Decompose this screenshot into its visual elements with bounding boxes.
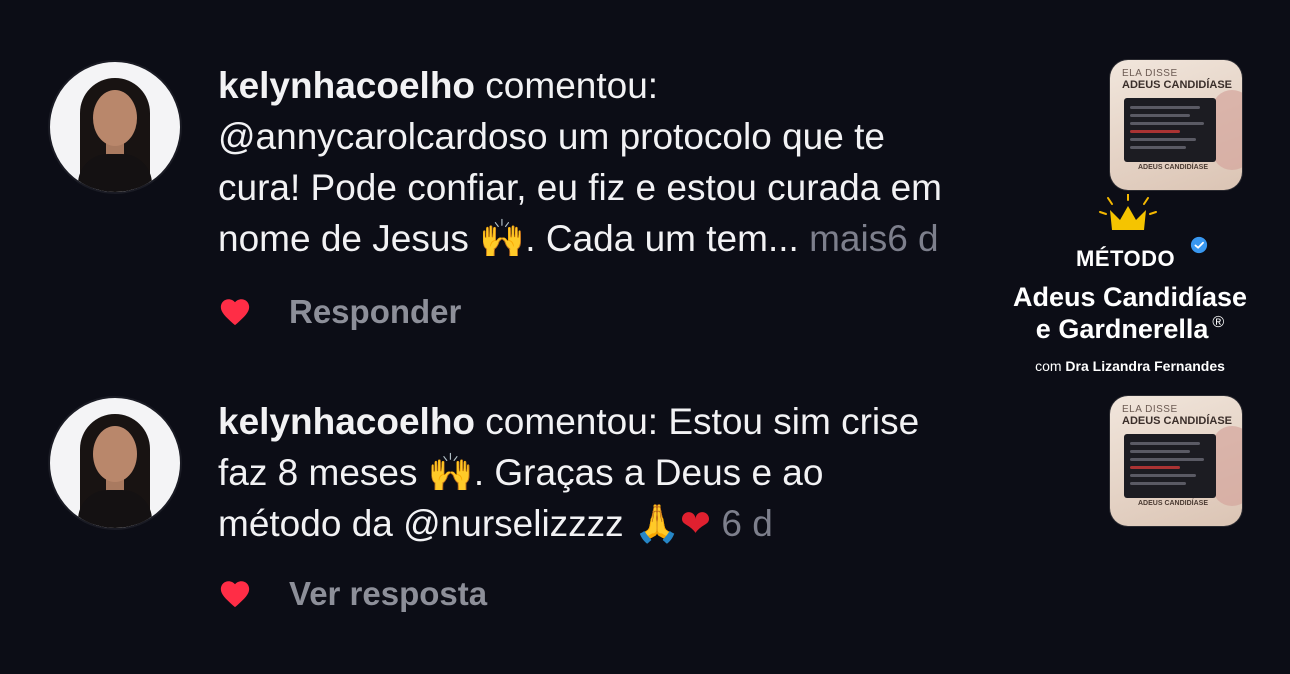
avatar-face <box>93 426 137 482</box>
thumbnail-screenshot <box>1124 98 1216 162</box>
avatar[interactable] <box>48 396 182 530</box>
brand-title-line-2: e Gardnerella ® <box>980 314 1280 345</box>
raising-hands-emoji: 🙌 <box>427 451 474 494</box>
comment-line-end: . Cada um tem... <box>525 218 810 259</box>
comment-line: faz 8 meses <box>218 452 428 493</box>
brand-metodo: MÉTODO <box>1076 246 1176 271</box>
thumbnail-title: ADEUS CANDIDÍASE <box>1122 415 1233 427</box>
more-link[interactable]: mais <box>809 218 887 259</box>
brand-title-line-1: Adeus Candidíase <box>1012 282 1248 312</box>
view-reply-button[interactable]: Ver resposta <box>289 575 487 613</box>
comment-username[interactable]: kelynhacoelho <box>218 401 475 442</box>
brand-byline: com Dra Lizandra Fernandes <box>980 358 1280 374</box>
thumbnail-footer: ADEUS CANDIDÍASE <box>1138 164 1209 171</box>
comment-actions: Ver resposta <box>218 574 487 614</box>
thumbnail-top-label: ELA DISSE <box>1122 404 1178 415</box>
brand-overlay: MÉTODO Adeus Candidíase e Gardnerella ® c… <box>980 188 1280 378</box>
comment-line: . Graças a Deus e ao <box>473 452 824 493</box>
heart-icon[interactable] <box>218 577 252 611</box>
verified-badge-icon <box>1190 236 1208 254</box>
comment-time: 6 d <box>887 218 939 259</box>
brand-title-line-2-text: e Gardnerella <box>1035 314 1209 344</box>
heart-icon[interactable] <box>218 295 252 329</box>
avatar-face <box>93 90 137 146</box>
avatar[interactable] <box>48 60 182 194</box>
thumbnail-footer: ADEUS CANDIDÍASE <box>1138 500 1209 507</box>
avatar-body <box>78 154 152 192</box>
comment-line: método da @nurselizzzz <box>218 503 634 544</box>
comment-text: kelynhacoelho comentou: Estou sim crise … <box>218 396 1078 549</box>
thumbnail-title: ADEUS CANDIDÍASE <box>1122 79 1233 91</box>
avatar-body <box>78 490 152 528</box>
byline-prefix: com <box>1035 358 1066 374</box>
comment-verb: comentou: Estou sim crise <box>475 401 920 442</box>
thumbnail-shape <box>1212 90 1242 170</box>
post-thumbnail[interactable]: ELA DISSE ADEUS CANDIDÍASE ADEUS CANDIDÍ… <box>1110 396 1242 526</box>
reply-button[interactable]: Responder <box>289 293 461 331</box>
comment-time: 6 d <box>721 503 773 544</box>
comment-actions: Responder <box>218 292 461 332</box>
thumbnail-screenshot <box>1124 434 1216 498</box>
comment-line: nome de Jesus <box>218 218 480 259</box>
thumbnail-top-label: ELA DISSE <box>1122 68 1178 79</box>
comment-username[interactable]: kelynhacoelho <box>218 65 475 106</box>
comment-line: @annycarolcardoso um protocolo que te <box>218 116 885 157</box>
registered-mark: ® <box>1212 314 1225 331</box>
comment-line: cura! Pode confiar, eu fiz e estou curad… <box>218 167 942 208</box>
folded-hands-emoji: 🙏 <box>633 502 681 545</box>
comment-text: kelynhacoelho comentou: @annycarolcardos… <box>218 60 1078 264</box>
crown-icon <box>1099 194 1157 230</box>
byline-name: Dra Lizandra Fernandes <box>1065 358 1225 374</box>
raising-hands-emoji: 🙌 <box>479 217 526 260</box>
comment-verb: comentou: <box>475 65 659 106</box>
thumbnail-shape <box>1212 426 1242 506</box>
red-heart-emoji: ❤ <box>680 502 712 545</box>
post-thumbnail[interactable]: ELA DISSE ADEUS CANDIDÍASE ADEUS CANDIDÍ… <box>1110 60 1242 190</box>
